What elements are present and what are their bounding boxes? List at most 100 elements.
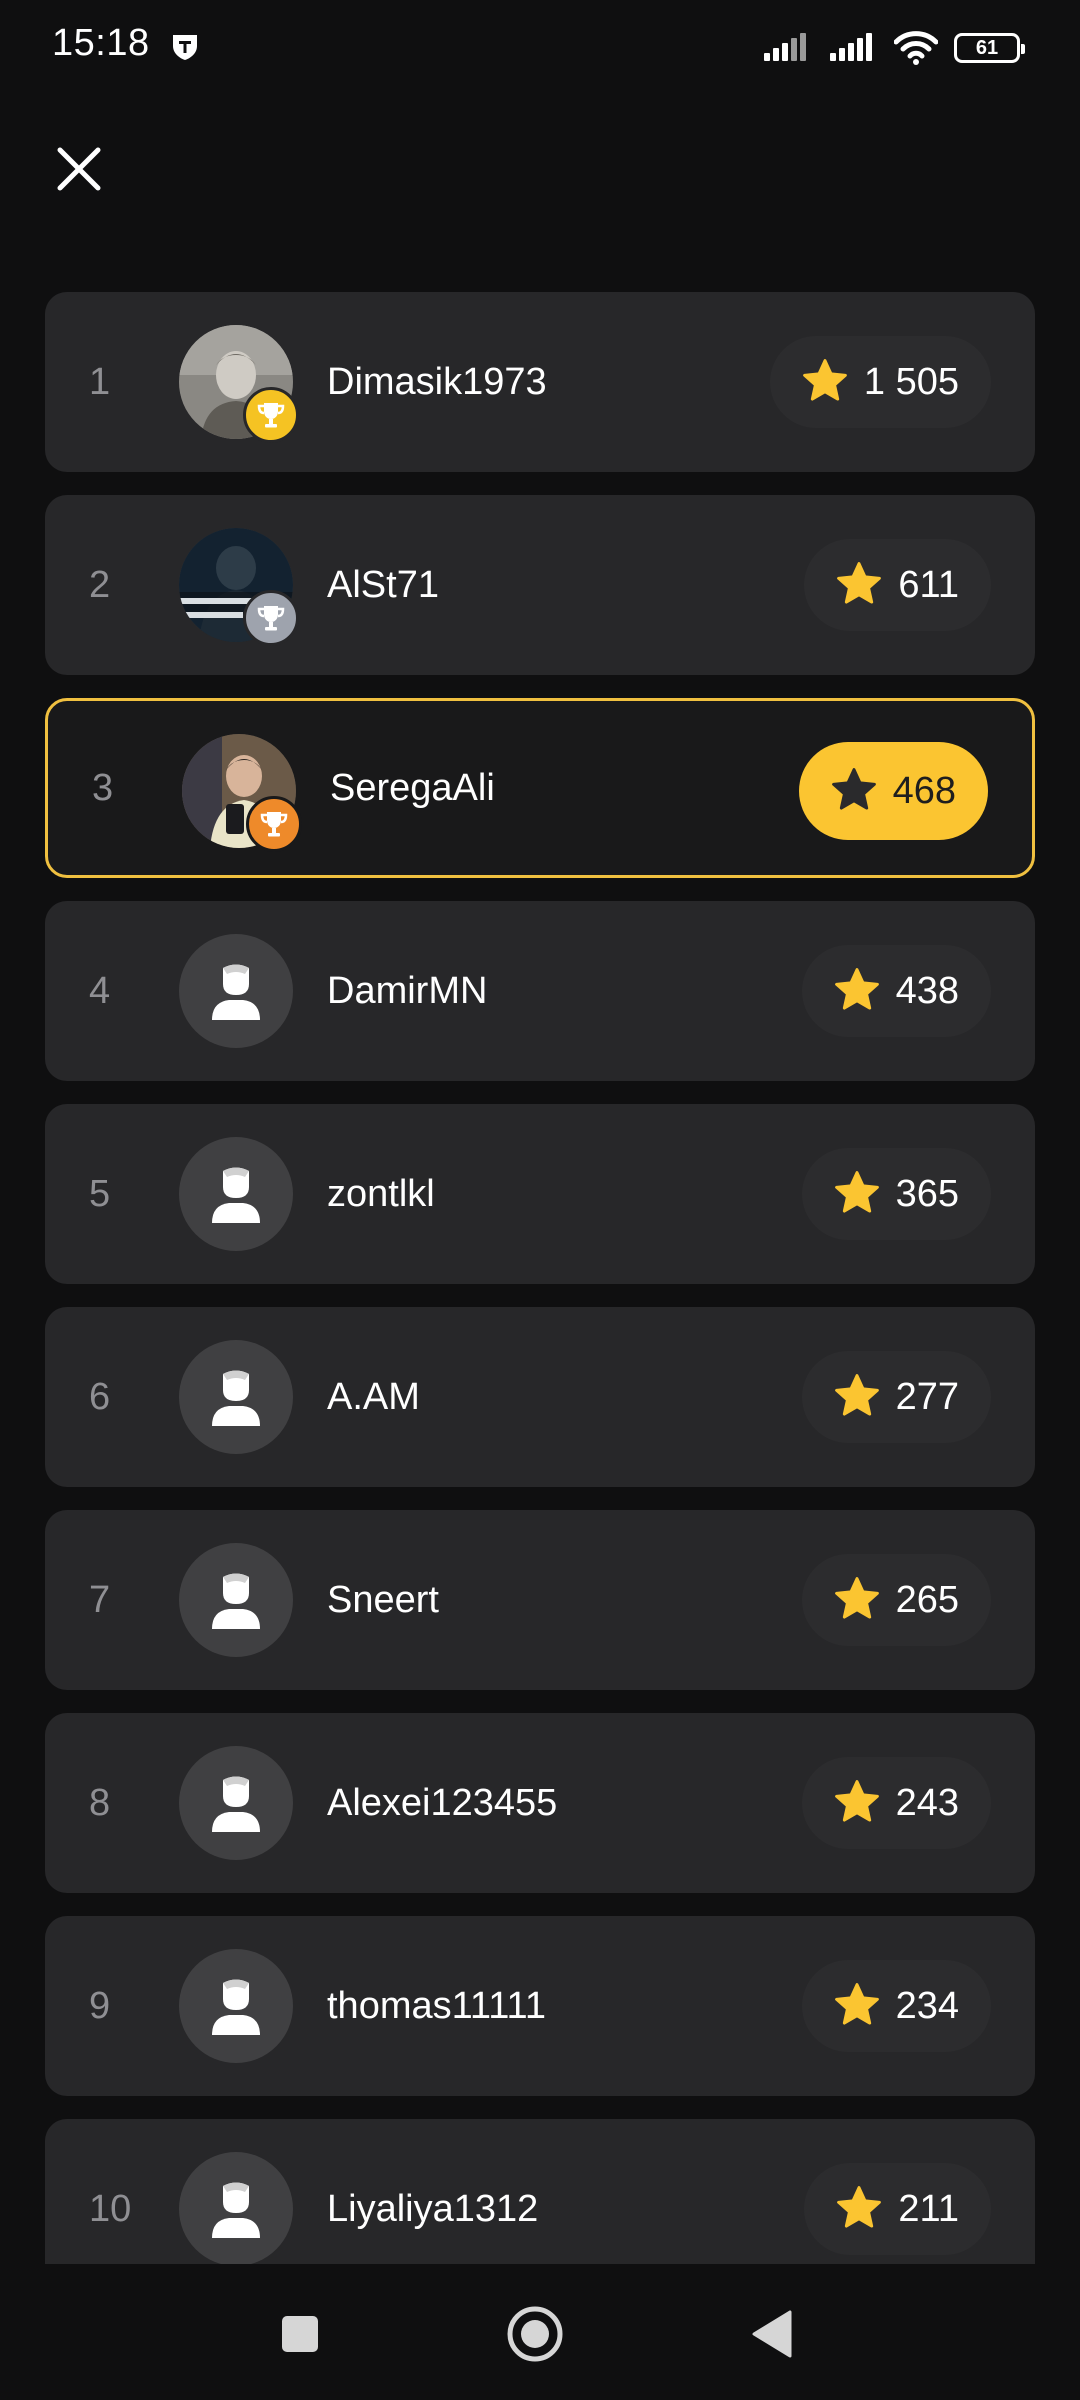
rank-number: 9 [89,1984,111,2027]
user-placeholder-icon [212,1776,260,1832]
score-value: 438 [895,969,959,1012]
recents-button[interactable] [260,2294,340,2374]
shield-t-icon [173,35,197,60]
default-avatar [179,1746,293,1860]
player-name: Sneert [327,1578,439,1621]
star-icon [831,768,876,810]
rank-number: 5 [89,1172,111,1215]
silver-trophy-icon [243,590,299,646]
user-placeholder-icon [212,1573,260,1629]
default-avatar [179,934,293,1048]
rank-number: 8 [89,1781,111,1824]
rank-number: 2 [89,563,111,606]
leaderboard-row[interactable]: 6 A.AM 277 [45,1307,1035,1487]
leaderboard-row[interactable]: 9 thomas11111 234 [45,1916,1035,2096]
avatar[interactable] [179,325,299,443]
score-badge: 611 [804,539,991,631]
navigation-bar [0,2264,1080,2400]
player-name: Dimasik1973 [327,360,547,403]
avatar[interactable] [179,2152,293,2264]
score-value: 243 [895,1781,959,1824]
score-value: 611 [898,563,959,606]
default-avatar [179,1137,293,1251]
status-icons: 61 [762,28,1025,68]
signal-icon [764,33,806,61]
player-name: Liyaliya1312 [327,2187,539,2230]
leaderboard-row[interactable]: 4 DamirMN 438 [45,901,1035,1081]
score-badge: 234 [801,1960,991,2052]
rank-number: 3 [92,766,114,809]
user-placeholder-icon [212,2182,260,2238]
player-name: Alexei123455 [327,1781,558,1824]
leaderboard-row[interactable]: 1 Dimasik1973 1 505 [45,292,1035,472]
score-value: 265 [895,1578,959,1621]
avatar[interactable] [179,1340,293,1454]
score-value: 211 [898,2187,959,2230]
score-badge: 265 [801,1554,991,1646]
score-value: 365 [895,1172,959,1215]
star-icon [803,359,847,401]
avatar[interactable] [179,528,299,646]
battery-icon: 61 [954,33,1025,63]
star-icon [837,2186,882,2228]
rank-number: 6 [89,1375,111,1418]
avatar[interactable] [179,1137,293,1251]
score-badge: 365 [801,1148,991,1240]
leaderboard-row[interactable]: 5 zontlkl 365 [45,1104,1035,1284]
leaderboard-row[interactable]: 8 Alexei123455 243 [45,1713,1035,1893]
star-icon [834,1171,879,1213]
score-badge: 468 [798,742,988,840]
score-badge: 438 [801,945,991,1037]
rank-number: 10 [89,2187,132,2230]
rank-number: 7 [89,1578,111,1621]
back-button[interactable] [732,2294,812,2374]
back-triangle-icon [752,2310,792,2358]
default-avatar [179,1949,293,2063]
home-button[interactable] [495,2294,575,2374]
default-avatar [179,2152,293,2264]
gold-trophy-icon [243,387,299,443]
status-time: 15:18 [52,22,150,64]
star-icon [834,1780,879,1822]
score-value: 277 [895,1375,959,1418]
star-icon [837,562,882,604]
score-badge: 211 [804,2163,991,2255]
leaderboard-row[interactable]: 2 AlSt71 611 [45,495,1035,675]
star-icon [834,1374,879,1416]
user-placeholder-icon [212,964,260,1020]
avatar[interactable] [179,934,293,1048]
default-avatar [179,1543,293,1657]
leaderboard-screen: 15:18 61 1 Dimasik1973 1 505 2 AlSt71 61… [0,0,1080,2400]
star-icon [834,968,879,1010]
avatar[interactable] [179,1543,293,1657]
rank-number: 1 [89,360,111,403]
score-value: 234 [895,1984,959,2027]
close-icon [57,147,101,191]
leaderboard-row-current-user[interactable]: 3 SeregaAli 468 [45,698,1035,878]
status-bar: 15:18 61 [0,0,1080,90]
score-badge: 277 [801,1351,991,1443]
avatar[interactable] [179,1949,293,2063]
user-placeholder-icon [212,1370,260,1426]
recents-square-icon [282,2316,318,2352]
signal-icon-2 [830,33,872,61]
close-button[interactable] [52,142,106,196]
leaderboard-row[interactable]: 10 Liyaliya1312 211 [45,2119,1035,2264]
avatar[interactable] [179,1746,293,1860]
player-name: thomas11111 [327,1984,547,2027]
score-value: 1 505 [863,360,959,403]
player-name: A.AM [327,1375,420,1418]
leaderboard-list[interactable]: 1 Dimasik1973 1 505 2 AlSt71 611 3 Sereg… [45,292,1035,2264]
score-badge: 243 [801,1757,991,1849]
player-name: zontlkl [327,1172,435,1215]
user-placeholder-icon [212,1979,260,2035]
star-icon [834,1577,879,1619]
battery-level: 61 [975,36,999,59]
score-badge: 1 505 [769,336,991,428]
avatar[interactable] [182,734,302,852]
rank-number: 4 [89,969,111,1012]
wifi-icon [894,31,938,65]
default-avatar [179,1340,293,1454]
leaderboard-row[interactable]: 7 Sneert 265 [45,1510,1035,1690]
player-name: SeregaAli [330,766,495,809]
